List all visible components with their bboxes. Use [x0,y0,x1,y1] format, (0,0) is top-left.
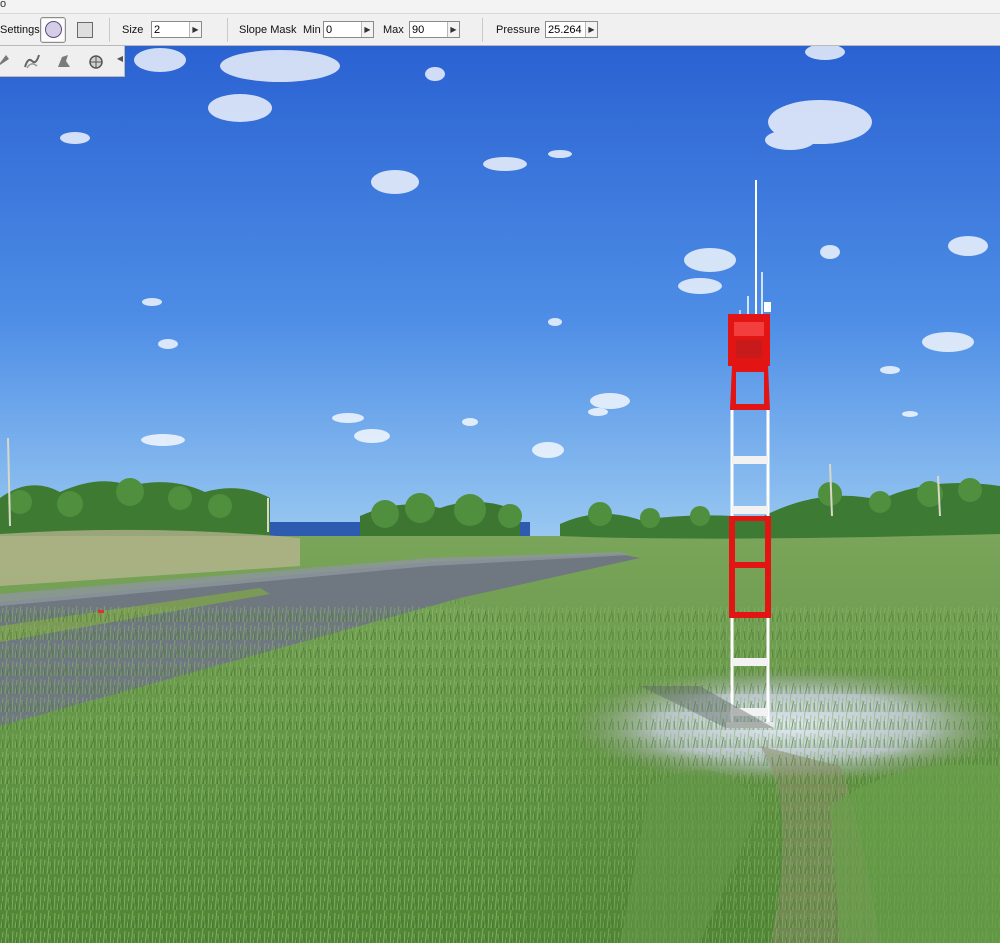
min-label: Min [303,23,321,36]
toolbar-separator [227,18,228,42]
terrain-viewport[interactable] [0,46,1000,943]
flatten-brush-button[interactable] [54,51,74,71]
size-input[interactable] [152,22,189,37]
title-strip: o [0,0,1000,14]
noise-brush-button[interactable] [86,51,106,71]
collapse-palette-arrow[interactable]: ◀ [117,54,123,63]
square-brush-icon [77,21,93,38]
toolbar-separator [482,18,483,42]
circle-brush-icon [44,21,62,38]
flatten-brush-icon [58,55,70,67]
sculpt-brush-button[interactable] [0,51,14,71]
min-stepper-arrow[interactable]: ▶ [361,22,373,37]
pressure-input[interactable] [546,22,585,37]
max-input[interactable] [410,22,447,37]
sculpt-brush-icon [0,55,9,65]
pressure-stepper[interactable]: ▶ [545,21,598,38]
tool-palette: ◀ [0,46,125,77]
marker-object [98,610,104,613]
pressure-label: Pressure [496,23,541,36]
min-stepper[interactable]: ▶ [323,21,374,38]
pressure-stepper-arrow[interactable]: ▶ [585,22,597,37]
square-brush-button[interactable] [72,17,98,43]
size-stepper-arrow[interactable]: ▶ [189,22,201,37]
max-label: Max [383,23,404,36]
smooth-brush-button[interactable] [22,51,42,71]
max-stepper-arrow[interactable]: ▶ [447,22,459,37]
min-input[interactable] [324,22,361,37]
window-title-fragment: o [0,0,7,10]
noise-brush-icon [89,55,103,69]
slope-mask-label: Slope Mask [239,23,297,36]
size-stepper[interactable]: ▶ [151,21,202,38]
settings-button[interactable]: Settings [0,14,40,45]
grass-tuft [830,764,1000,943]
smooth-brush-icon [24,54,40,69]
size-label: Size [122,23,144,36]
max-stepper[interactable]: ▶ [409,21,460,38]
settings-label: Settings [0,23,40,36]
circle-brush-button[interactable] [40,16,66,43]
brush-toolbar: Settings Size ▶ Slope Mask Min ▶ Max [0,14,1000,46]
toolbar-separator [109,18,110,42]
